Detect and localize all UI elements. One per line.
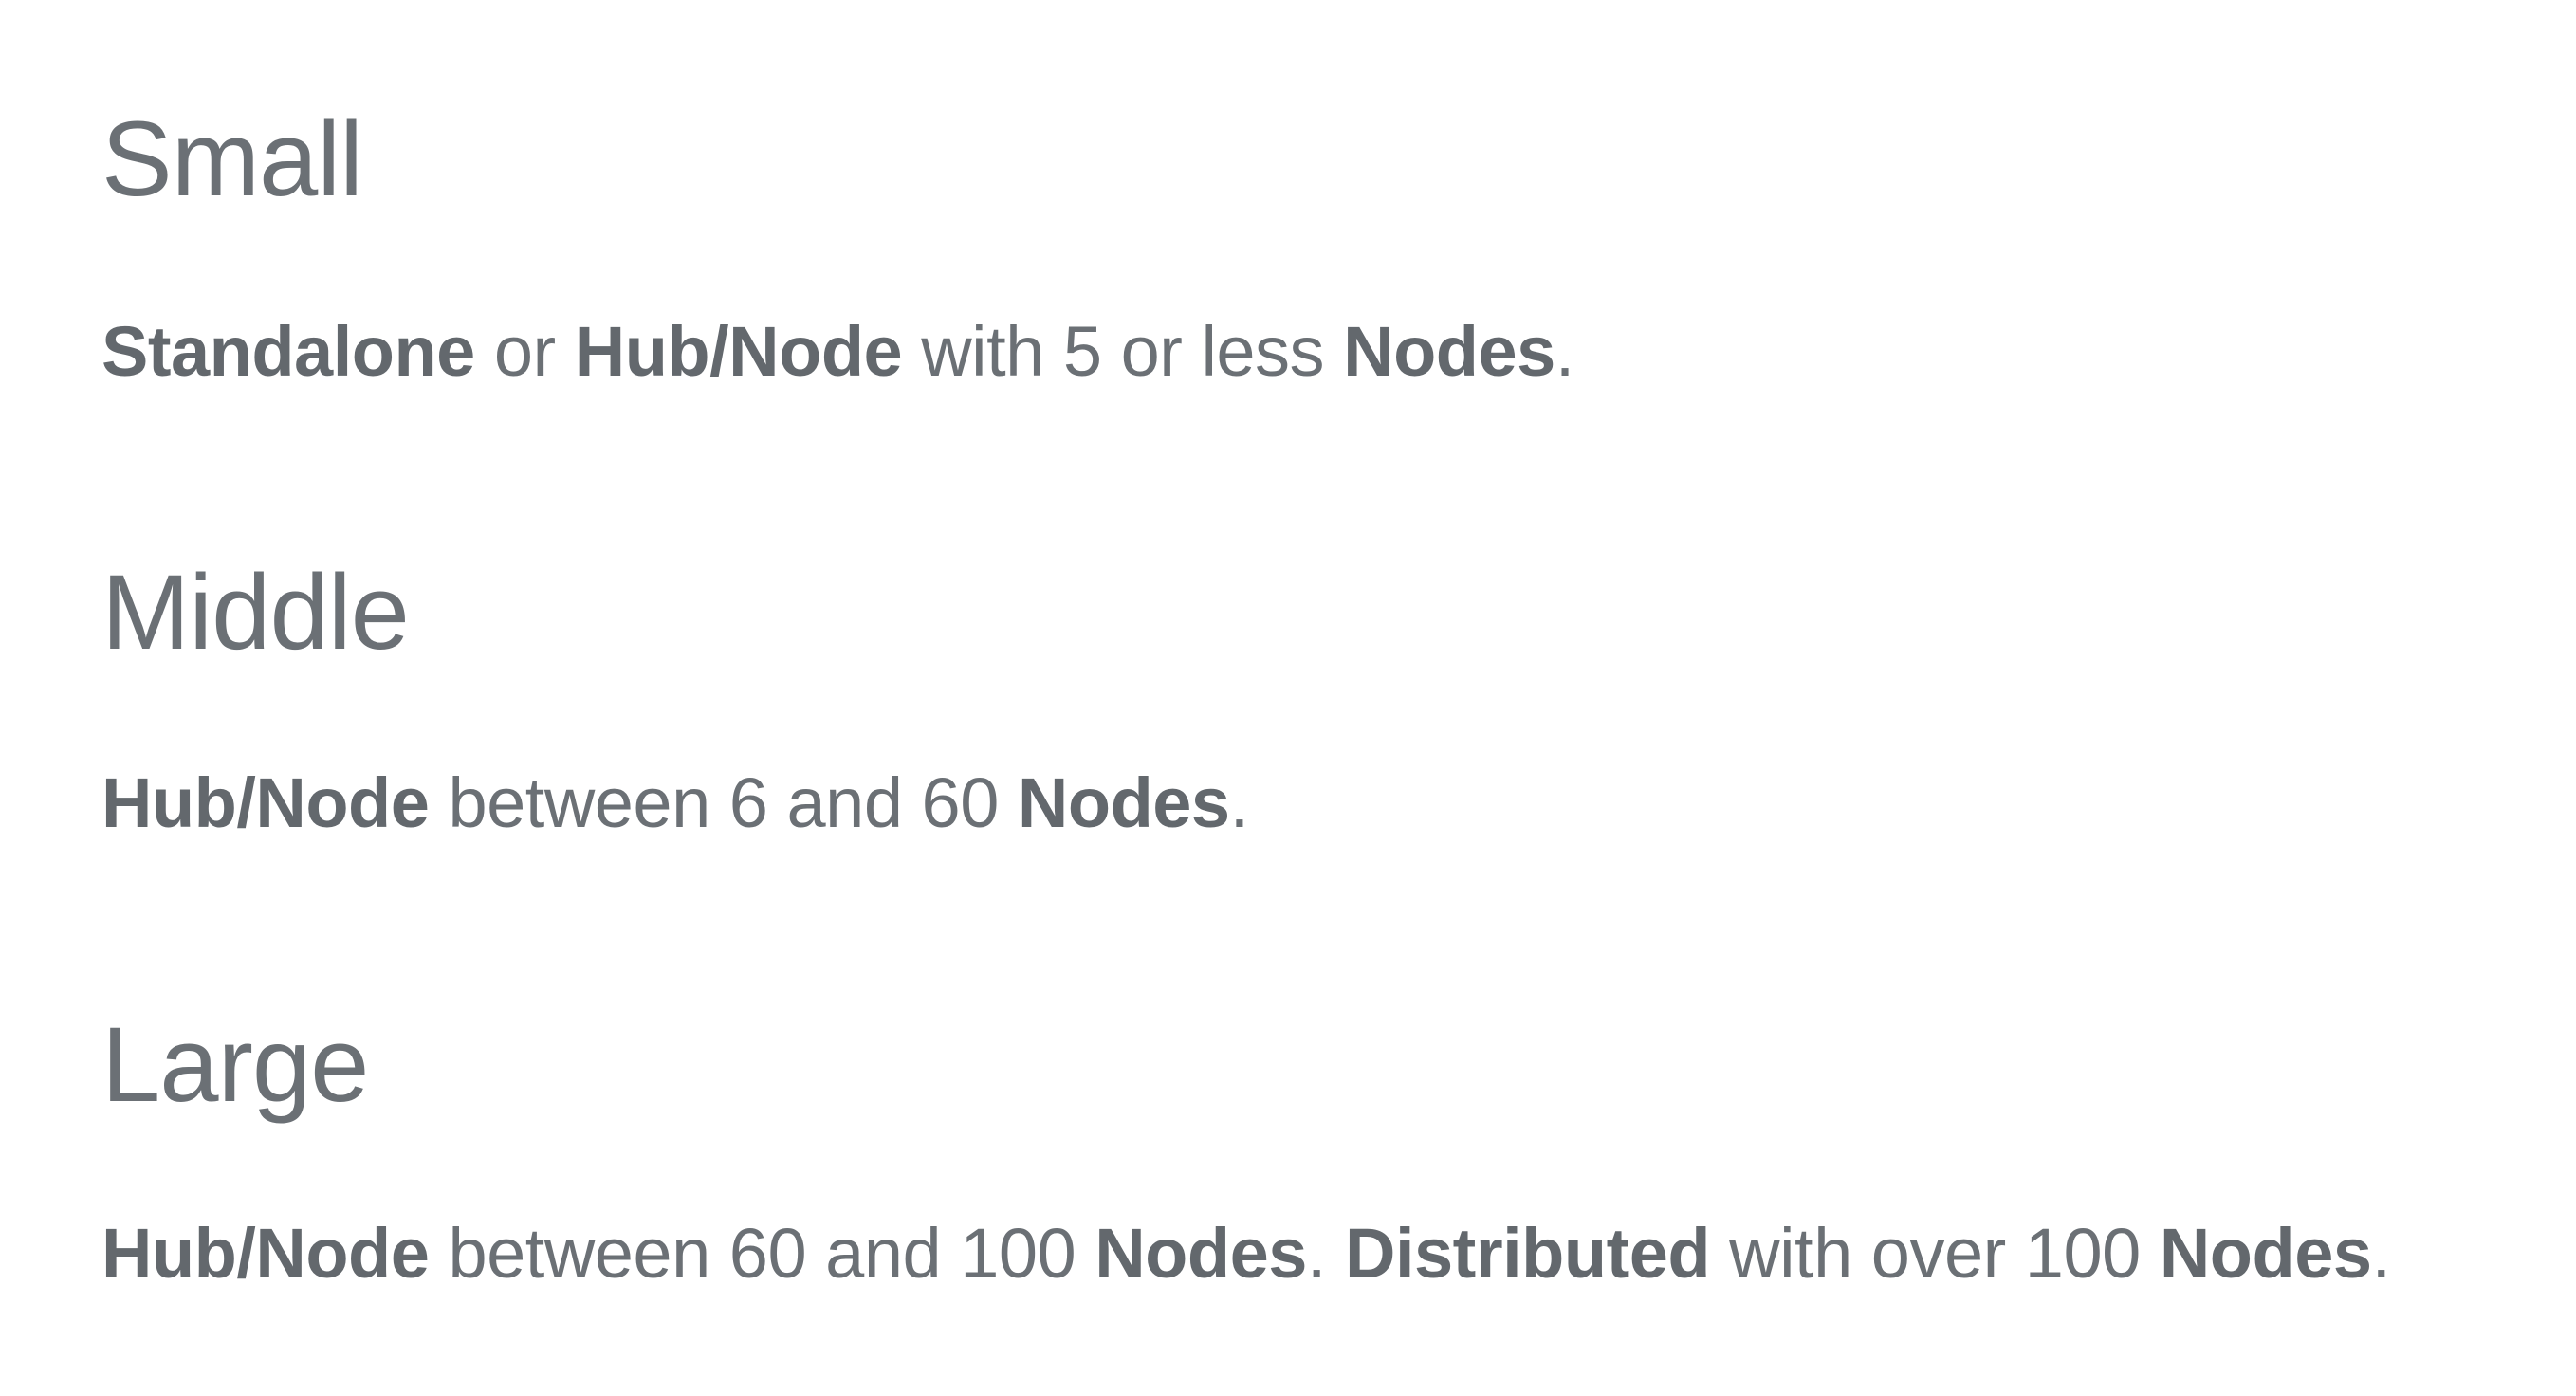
term-nodes: Nodes: [1095, 1214, 1307, 1293]
text-fragment: between 6 and 60: [429, 763, 1018, 842]
section-description: Hub/Node between 6 and 60 Nodes.: [101, 768, 1249, 838]
text-fragment: or: [474, 312, 575, 391]
section-title: Large: [101, 1005, 369, 1124]
text-fragment: .: [2371, 1214, 2392, 1293]
section-title: Small: [101, 100, 363, 218]
term-hub-node: Hub/Node: [101, 1214, 430, 1293]
text-fragment: with 5 or less: [902, 312, 1344, 391]
section-description: Hub/Node between 60 and 100 Nodes. Distr…: [101, 1219, 2391, 1289]
term-nodes: Nodes: [1343, 312, 1555, 391]
section-title: Middle: [101, 553, 410, 671]
text-fragment: .: [1555, 312, 1575, 391]
term-nodes: Nodes: [1017, 763, 1230, 842]
text-fragment: between 60 and 100: [429, 1214, 1095, 1293]
term-hub-node: Hub/Node: [101, 763, 430, 842]
term-nodes: Nodes: [2159, 1214, 2372, 1293]
text-fragment: .: [1229, 763, 1250, 842]
term-hub-node: Hub/Node: [574, 312, 903, 391]
section-description: Standalone or Hub/Node with 5 or less No…: [101, 317, 1574, 387]
term-standalone: Standalone: [101, 312, 475, 391]
term-distributed: Distributed: [1345, 1214, 1711, 1293]
text-fragment: .: [1306, 1214, 1346, 1293]
text-fragment: with over 100: [1710, 1214, 2160, 1293]
